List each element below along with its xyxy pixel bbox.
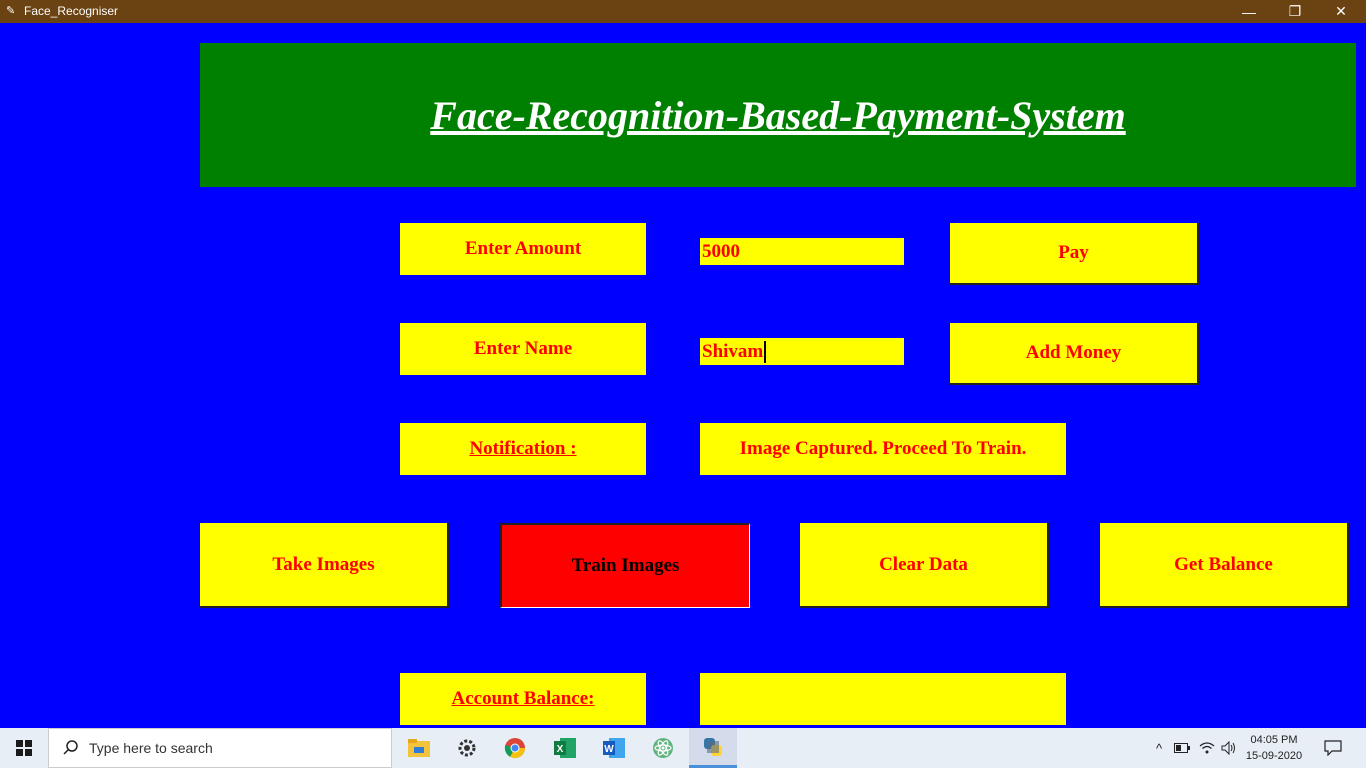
settings-icon[interactable] (443, 728, 491, 768)
pay-button[interactable]: Pay (950, 223, 1199, 285)
notification-message: Image Captured. Proceed To Train. (700, 423, 1066, 475)
taskbar: Type here to search X W ^ 04:05 PM 15-09… (0, 728, 1366, 768)
take-images-button[interactable]: Take Images (200, 523, 449, 608)
excel-icon[interactable]: X (541, 728, 589, 768)
close-button[interactable]: ✕ (1318, 0, 1364, 23)
chevron-up-icon[interactable]: ^ (1150, 728, 1168, 768)
svg-text:W: W (604, 744, 614, 755)
file-explorer-icon[interactable] (395, 728, 443, 768)
python-icon[interactable] (689, 728, 737, 768)
start-button[interactable] (0, 728, 48, 768)
name-label: Enter Name (400, 323, 646, 375)
notification-label: Notification : (469, 438, 577, 459)
title-bar: ✎ Face_Recogniser — ❐ ✕ (0, 0, 1366, 23)
taskbar-clock[interactable]: 04:05 PM 15-09-2020 (1240, 732, 1308, 764)
word-icon[interactable]: W (590, 728, 638, 768)
atom-icon[interactable] (639, 728, 687, 768)
search-placeholder: Type here to search (89, 740, 213, 756)
maximize-button[interactable]: ❐ (1272, 0, 1318, 23)
train-images-button[interactable]: Train Images (500, 523, 750, 608)
window-title: Face_Recogniser (24, 4, 119, 18)
svg-text:X: X (557, 744, 564, 755)
search-icon (63, 740, 78, 755)
clock-date: 15-09-2020 (1245, 750, 1303, 762)
battery-icon[interactable] (1172, 728, 1192, 768)
add-money-button[interactable]: Add Money (950, 323, 1199, 385)
name-input[interactable]: Shivam (700, 338, 904, 365)
notification-center-icon[interactable] (1318, 728, 1348, 768)
get-balance-button[interactable]: Get Balance (1100, 523, 1349, 608)
amount-label: Enter Amount (400, 223, 646, 275)
name-input-value: Shivam (702, 340, 764, 362)
notification-label-box: Notification : (400, 423, 646, 475)
app-main: Face-Recognition-Based-Payment-System En… (0, 23, 1366, 728)
volume-icon[interactable] (1218, 728, 1240, 768)
clear-data-button[interactable]: Clear Data (800, 523, 1049, 608)
page-title: Face-Recognition-Based-Payment-System (430, 92, 1126, 138)
clock-time: 04:05 PM (1250, 734, 1298, 746)
header-banner: Face-Recognition-Based-Payment-System (200, 43, 1356, 187)
account-balance-label-box: Account Balance: (400, 673, 646, 725)
wifi-icon[interactable] (1196, 728, 1218, 768)
account-balance-label: Account Balance: (451, 688, 595, 709)
minimize-button[interactable]: — (1226, 0, 1272, 23)
chrome-icon[interactable] (491, 728, 539, 768)
amount-input[interactable]: 5000 (700, 238, 904, 265)
account-balance-value (700, 673, 1066, 725)
windows-icon (16, 740, 32, 756)
taskbar-search[interactable]: Type here to search (48, 728, 392, 768)
text-caret (764, 340, 767, 363)
feather-icon: ✎ (6, 5, 16, 17)
